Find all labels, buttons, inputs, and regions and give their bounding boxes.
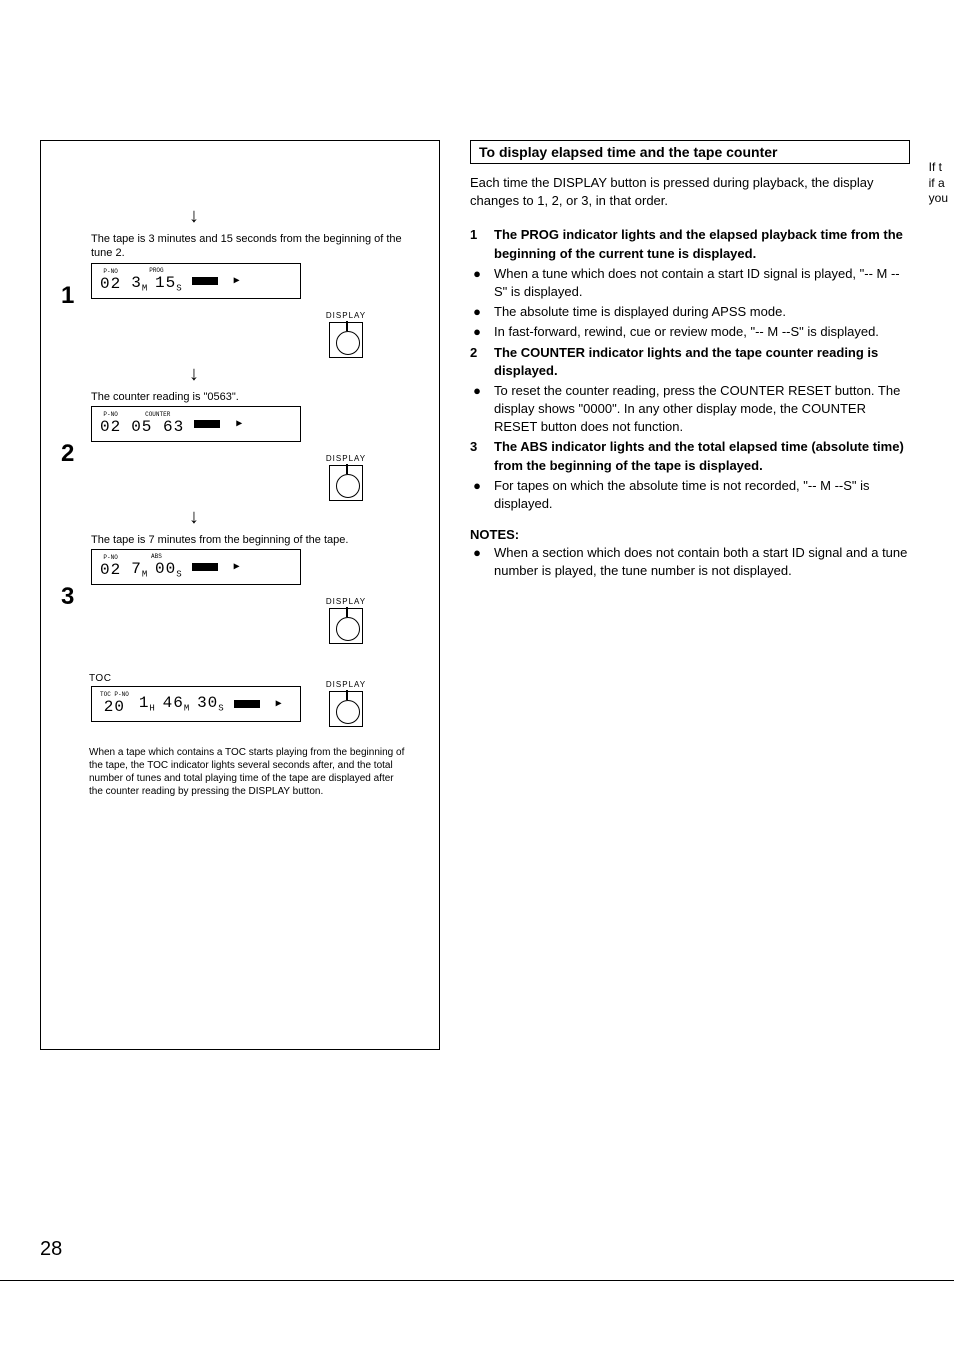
step-caption: The tape is 7 minutes from the beginning… — [91, 533, 419, 547]
text-panel: To display elapsed time and the tape cou… — [470, 140, 910, 1050]
page-number: 28 — [40, 1238, 62, 1261]
lcd-display: TOC P-NO 20 1H 46M 30S ▶ — [91, 686, 301, 722]
down-arrow-icon: ↓ — [89, 363, 299, 386]
intro-text: Each time the DISPLAY button is pressed … — [470, 174, 910, 210]
list-item: 1 The PROG indicator lights and the elap… — [470, 226, 910, 262]
list-item: 2 The COUNTER indicator lights and the t… — [470, 344, 910, 380]
list-item: ● When a section which does not contain … — [470, 544, 910, 580]
section-header: To display elapsed time and the tape cou… — [470, 140, 910, 164]
tape-bar-icon — [192, 277, 218, 285]
display-button-icon — [329, 322, 363, 358]
lcd-display: P-NO 02 PROG 3M 15S ▶ — [91, 263, 301, 299]
display-button-icon — [329, 465, 363, 501]
step-caption: The tape is 3 minutes and 15 seconds fro… — [91, 232, 419, 261]
list-item: ● To reset the counter reading, press th… — [470, 382, 910, 437]
display-button-icon — [329, 691, 363, 727]
display-button-label: DISPLAY — [321, 311, 371, 320]
step-caption: The counter reading is "0563". — [91, 390, 419, 404]
play-icon: ▶ — [234, 275, 240, 287]
page-edge-text: If t if a you — [929, 160, 948, 207]
step-number: 3 — [61, 583, 81, 611]
list-item: ● When a tune which does not contain a s… — [470, 265, 910, 301]
list-item: ● The absolute time is displayed during … — [470, 303, 910, 321]
step-number: 2 — [61, 440, 81, 468]
footer-rule — [0, 1280, 954, 1281]
display-button-label: DISPLAY — [321, 597, 371, 606]
list-item: ● In fast-forward, rewind, cue or review… — [470, 323, 910, 341]
play-icon: ▶ — [236, 418, 242, 430]
toc-step: TOC P-NO 20 1H 46M 30S ▶ DISPLAY — [61, 686, 419, 736]
toc-caption: When a tape which contains a TOC starts … — [61, 746, 419, 798]
lcd-display: P-NO 02 ABS 7M 00S ▶ — [91, 549, 301, 585]
play-icon: ▶ — [276, 698, 282, 710]
play-icon: ▶ — [234, 561, 240, 573]
display-button-label: DISPLAY — [321, 680, 371, 689]
illustration-panel: ↓ 1 The tape is 3 minutes and 15 seconds… — [40, 140, 440, 1050]
tape-bar-icon — [192, 563, 218, 571]
list-item: ● For tapes on which the absolute time i… — [470, 477, 910, 513]
down-arrow-icon: ↓ — [89, 506, 299, 529]
tape-bar-icon — [194, 420, 220, 428]
list-item: 3 The ABS indicator lights and the total… — [470, 438, 910, 474]
notes-heading: NOTES: — [470, 527, 910, 542]
step-number: 1 — [61, 282, 81, 310]
tape-bar-icon — [234, 700, 260, 708]
step-3: 3 The tape is 7 minutes from the beginni… — [61, 533, 419, 644]
step-2: 2 The counter reading is "0563". P-NO 02… — [61, 390, 419, 501]
display-button-icon — [329, 608, 363, 644]
down-arrow-icon: ↓ — [89, 205, 299, 228]
display-button-label: DISPLAY — [321, 454, 371, 463]
step-1: 1 The tape is 3 minutes and 15 seconds f… — [61, 232, 419, 358]
lcd-display: P-NO 02 COUNTER 05 63 ▶ — [91, 406, 301, 442]
